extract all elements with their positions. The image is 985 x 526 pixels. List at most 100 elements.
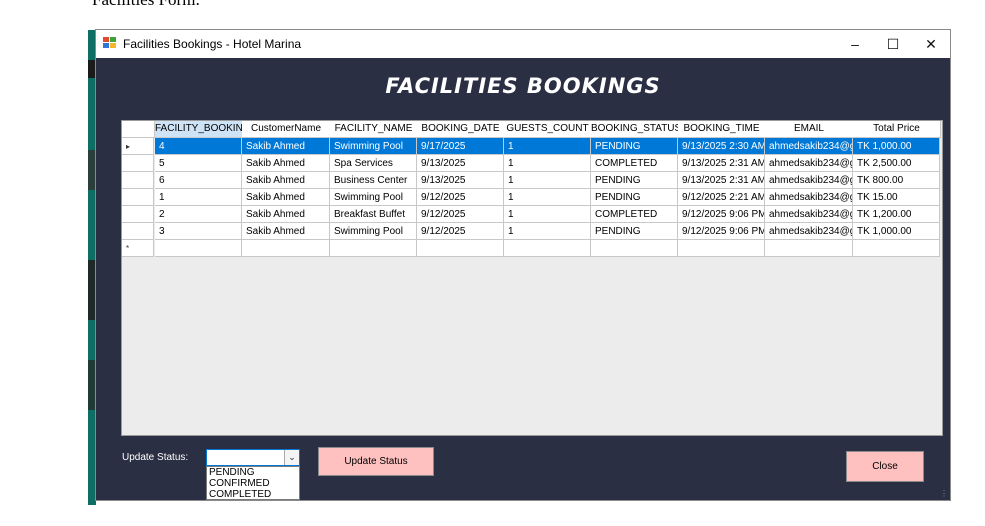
table-row[interactable]: 1 Sakib Ahmed Swimming Pool 9/12/2025 1 PENDI… — [122, 189, 940, 206]
table-cell[interactable] — [765, 240, 853, 257]
table-cell[interactable]: TK 1,000.00 — [853, 138, 940, 155]
table-cell[interactable]: 9/13/2025 2:31 AM — [678, 172, 765, 189]
table-row[interactable]: ▸ 4 Sakib Ahmed Swimming Pool 9/17/2025 1 PEND… — [122, 138, 940, 155]
row-header[interactable] — [122, 172, 154, 189]
table-cell[interactable]: Breakfast Buffet — [330, 206, 417, 223]
table-cell[interactable]: 1 — [155, 189, 242, 206]
status-dropdown-list[interactable]: PENDINGCONFIRMEDCOMPLETEDCANCELLED — [206, 466, 300, 500]
table-cell[interactable]: ahmedsakib234@g... — [765, 138, 853, 155]
table-cell[interactable] — [591, 240, 678, 257]
table-cell[interactable]: ahmedsakib234@g... — [765, 189, 853, 206]
table-row[interactable]: 5 Sakib Ahmed Spa Services 9/13/2025 1 COMPLE… — [122, 155, 940, 172]
table-cell[interactable]: 9/12/2025 — [417, 189, 504, 206]
table-cell[interactable]: 9/12/2025 9:06 PM — [678, 223, 765, 240]
table-cell[interactable]: TK 15.00 — [853, 189, 940, 206]
table-cell[interactable]: PENDING — [591, 138, 678, 155]
row-header[interactable] — [122, 206, 154, 223]
table-cell[interactable] — [504, 240, 591, 257]
table-cell[interactable]: 9/12/2025 — [417, 206, 504, 223]
table-cell[interactable] — [155, 240, 242, 257]
row-header[interactable] — [122, 155, 154, 172]
column-header[interactable]: BOOKING_STATUS — [591, 121, 679, 138]
table-row[interactable]: 6 Sakib Ahmed Business Center 9/13/2025 1 PEN… — [122, 172, 940, 189]
table-cell[interactable] — [417, 240, 504, 257]
column-header[interactable]: GUESTS_COUNT — [504, 121, 592, 138]
column-header[interactable]: CustomerName — [242, 121, 331, 138]
table-cell[interactable]: ahmedsakib234@g... — [765, 223, 853, 240]
row-header[interactable]: ▸ — [122, 138, 154, 155]
column-header[interactable]: EMAIL — [765, 121, 854, 138]
grid-corner-header[interactable] — [122, 121, 155, 138]
table-cell[interactable]: Sakib Ahmed — [242, 172, 330, 189]
row-header[interactable]: * — [122, 240, 154, 257]
minimize-button[interactable]: – — [836, 30, 874, 58]
table-cell[interactable]: 1 — [504, 138, 591, 155]
status-option[interactable]: COMPLETED — [207, 489, 299, 499]
table-cell[interactable]: 9/17/2025 — [417, 138, 504, 155]
table-cell[interactable]: 9/12/2025 2:21 AM — [678, 189, 765, 206]
update-status-button[interactable]: Update Status — [318, 447, 434, 476]
row-header[interactable] — [122, 189, 154, 206]
column-header[interactable]: BOOKING_TIME — [678, 121, 766, 138]
table-cell[interactable]: PENDING — [591, 223, 678, 240]
table-cell[interactable]: Sakib Ahmed — [242, 138, 330, 155]
new-row[interactable]: * — [122, 240, 940, 257]
table-cell[interactable]: Sakib Ahmed — [242, 223, 330, 240]
table-cell[interactable]: Business Center — [330, 172, 417, 189]
table-cell[interactable]: 9/13/2025 2:31 AM — [678, 155, 765, 172]
table-cell[interactable]: 1 — [504, 172, 591, 189]
table-row[interactable]: 3 Sakib Ahmed Swimming Pool 9/12/2025 1 PENDI… — [122, 223, 940, 240]
table-cell[interactable]: 9/13/2025 2:30 AM — [678, 138, 765, 155]
table-cell[interactable]: TK 2,500.00 — [853, 155, 940, 172]
table-cell[interactable]: TK 800.00 — [853, 172, 940, 189]
status-option[interactable]: CONFIRMED — [207, 478, 299, 489]
table-cell[interactable]: Swimming Pool — [330, 138, 417, 155]
table-cell[interactable] — [242, 240, 330, 257]
table-cell[interactable]: COMPLETED — [591, 206, 678, 223]
table-cell[interactable]: TK 1,200.00 — [853, 206, 940, 223]
table-cell[interactable]: 9/13/2025 — [417, 172, 504, 189]
close-button[interactable]: Close — [846, 451, 924, 482]
table-cell[interactable]: PENDING — [591, 172, 678, 189]
table-cell[interactable]: ahmedsakib234@g... — [765, 172, 853, 189]
table-cell[interactable]: 9/12/2025 9:06 PM — [678, 206, 765, 223]
table-cell[interactable]: 9/12/2025 — [417, 223, 504, 240]
table-cell[interactable]: 1 — [504, 206, 591, 223]
table-cell[interactable]: COMPLETED — [591, 155, 678, 172]
status-combobox[interactable]: ⌄ — [206, 449, 300, 466]
table-cell[interactable]: Spa Services — [330, 155, 417, 172]
table-cell[interactable]: Swimming Pool — [330, 223, 417, 240]
table-cell[interactable]: 3 — [155, 223, 242, 240]
chevron-down-icon[interactable]: ⌄ — [284, 450, 299, 465]
resize-grip-icon[interactable]: ⋮ — [940, 489, 948, 498]
table-row[interactable]: 2 Sakib Ahmed Breakfast Buffet 9/12/2025 1 CO… — [122, 206, 940, 223]
maximize-button[interactable]: ☐ — [874, 30, 912, 58]
column-header[interactable]: Total Price — [853, 121, 941, 138]
table-cell[interactable]: ahmedsakib234@g... — [765, 206, 853, 223]
table-cell[interactable]: 1 — [504, 189, 591, 206]
row-header[interactable] — [122, 223, 154, 240]
table-cell[interactable]: 6 — [155, 172, 242, 189]
table-cell[interactable]: 1 — [504, 223, 591, 240]
table-cell[interactable]: PENDING — [591, 189, 678, 206]
column-header[interactable]: BOOKING_DATE — [417, 121, 505, 138]
close-window-button[interactable]: ✕ — [912, 30, 950, 58]
table-cell[interactable] — [853, 240, 940, 257]
table-cell[interactable]: 4 — [155, 138, 242, 155]
title-bar[interactable]: Facilities Bookings - Hotel Marina – ☐ ✕ — [96, 30, 950, 58]
table-cell[interactable]: TK 1,000.00 — [853, 223, 940, 240]
table-cell[interactable]: ahmedsakib234@g... — [765, 155, 853, 172]
bookings-data-grid[interactable]: FACILITY_BOOKING CustomerName FACILITY_NAM… — [121, 120, 943, 436]
table-cell[interactable]: 5 — [155, 155, 242, 172]
table-cell[interactable]: 2 — [155, 206, 242, 223]
status-option[interactable]: PENDING — [207, 467, 299, 478]
table-cell[interactable]: 9/13/2025 — [417, 155, 504, 172]
column-header[interactable]: FACILITY_BOOKING — [155, 121, 243, 138]
column-header[interactable]: FACILITY_NAME — [330, 121, 418, 138]
table-cell[interactable] — [330, 240, 417, 257]
table-cell[interactable]: Sakib Ahmed — [242, 206, 330, 223]
table-cell[interactable]: Sakib Ahmed — [242, 155, 330, 172]
table-cell[interactable]: Swimming Pool — [330, 189, 417, 206]
table-cell[interactable]: 1 — [504, 155, 591, 172]
table-cell[interactable]: Sakib Ahmed — [242, 189, 330, 206]
